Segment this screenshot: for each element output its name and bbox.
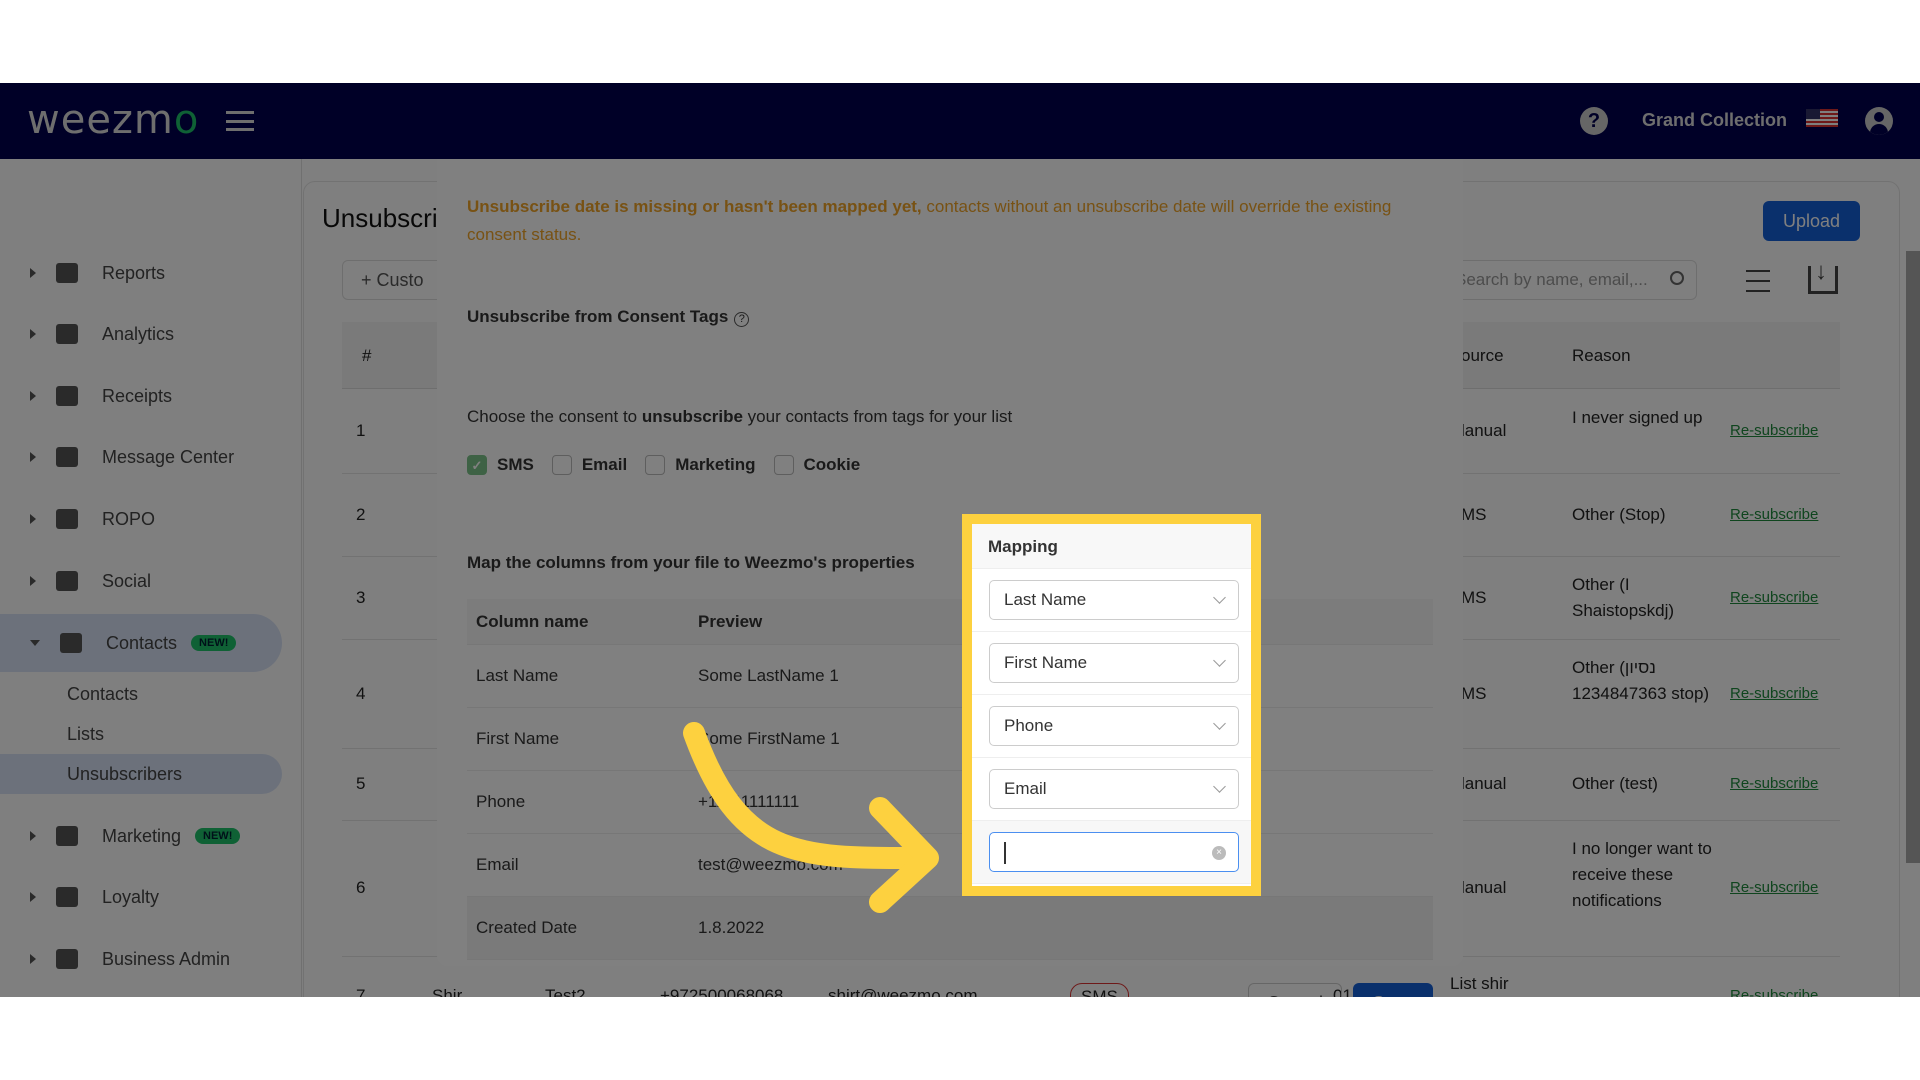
selected-value: Last Name	[1004, 590, 1087, 609]
preview-value: Some LastName 1	[698, 666, 839, 685]
save-button[interactable]: Save	[1353, 983, 1433, 997]
import-mapping-modal: Unsubscribe date is missing or hasn't be…	[437, 159, 1463, 997]
chevron-down-icon	[1213, 591, 1226, 604]
mapping-cell: Email	[972, 758, 1251, 821]
chevron-down-icon	[1213, 654, 1226, 667]
selected-value: First Name	[1004, 653, 1088, 672]
mapping-select[interactable]: Phone	[989, 706, 1239, 746]
mapping-row: Email test@weezmo.com	[467, 834, 1433, 897]
mapping-select[interactable]: Last Name	[989, 580, 1239, 620]
preview-value: test@weezmo.com	[698, 855, 843, 874]
mapping-cell: ×	[972, 821, 1251, 884]
text-cursor	[1004, 842, 1006, 864]
checkbox-cookie[interactable]	[773, 455, 794, 475]
mapping-cell: First Name	[972, 632, 1251, 695]
mapping-select[interactable]: Email	[989, 769, 1239, 809]
column-name: Phone	[476, 792, 526, 811]
mapping-search-input[interactable]: ×	[989, 832, 1239, 872]
consent-description: Choose the consent to unsubscribe your c…	[467, 407, 1013, 426]
clear-icon[interactable]: ×	[1212, 846, 1226, 860]
mapping-cell: Phone	[972, 695, 1251, 758]
preview-value: +11111111111	[698, 792, 800, 811]
checkbox-marketing[interactable]	[645, 455, 666, 475]
checkbox-label: Cookie	[803, 455, 861, 474]
mapping-table-header: Column name Preview	[467, 599, 1433, 645]
checkbox-sms[interactable]: ✓	[467, 455, 487, 475]
mapping-row: First Name Some FirstName 1	[467, 708, 1433, 771]
consent-checkboxes: ✓ SMS Email Marketing Cookie	[467, 455, 860, 475]
checkbox-label: Marketing	[675, 455, 756, 474]
map-title: Map the columns from your file to Weezmo…	[467, 553, 915, 572]
header-preview: Preview	[698, 612, 763, 631]
cancel-button[interactable]: Cancel	[1248, 983, 1342, 997]
mapping-table: Column name Preview Last Name Some LastNa…	[467, 599, 1433, 960]
selected-value: Phone	[1004, 716, 1054, 735]
selected-value: Email	[1004, 779, 1047, 798]
mapping-cell: Last Name	[972, 569, 1251, 632]
column-name: First Name	[476, 729, 560, 748]
mapping-row: Phone +11111111111	[467, 771, 1433, 834]
chevron-down-icon	[1213, 717, 1226, 730]
checkbox-email[interactable]	[551, 455, 572, 475]
mapping-column-highlight: Mapping Last Name First Name Phone Email ×	[962, 514, 1261, 896]
mapping-header: Mapping	[972, 524, 1251, 569]
column-name: Created Date	[476, 918, 578, 937]
chevron-down-icon	[1213, 780, 1226, 793]
preview-value: Some FirstName 1	[698, 729, 840, 748]
checkbox-label: Email	[581, 455, 628, 474]
header-column-name: Column name	[476, 612, 589, 631]
warning-message: Unsubscribe date is missing or hasn't be…	[467, 197, 1392, 244]
consent-title: Unsubscribe from Consent Tags?	[467, 307, 750, 327]
column-name: Email	[476, 855, 519, 874]
column-name: Last Name	[476, 666, 559, 685]
mapping-row: Created Date 1.8.2022	[467, 897, 1433, 960]
mapping-select[interactable]: First Name	[989, 643, 1239, 683]
preview-value: 1.8.2022	[698, 918, 765, 937]
help-icon[interactable]: ?	[734, 312, 750, 327]
mapping-row: Last Name Some LastName 1	[467, 645, 1433, 708]
checkbox-label: SMS	[497, 455, 534, 474]
